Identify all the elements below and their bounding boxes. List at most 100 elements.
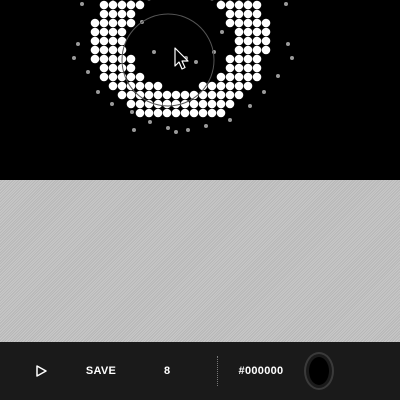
halftone-dot (162, 99, 172, 109)
halftone-dot (234, 27, 244, 37)
halftone-dot (252, 45, 262, 55)
speck-dot (186, 128, 190, 132)
speck-dot (76, 42, 80, 46)
halftone-dot (135, 108, 145, 118)
speck-dot (284, 2, 288, 6)
drawing-canvas[interactable] (0, 0, 400, 180)
halftone-dot (261, 45, 271, 55)
halftone-dot (99, 63, 109, 73)
halftone-dot (225, 9, 235, 19)
speck-dot (220, 30, 224, 34)
halftone-dot (126, 90, 136, 100)
halftone-dot (198, 108, 208, 118)
speck-dot (228, 118, 232, 122)
color-swatch[interactable] (302, 342, 336, 400)
halftone-dot (216, 72, 226, 82)
halftone-dot (234, 90, 244, 100)
halftone-dot (90, 45, 100, 55)
halftone-dot (261, 18, 271, 28)
halftone-dot (261, 36, 271, 46)
halftone-dot (216, 81, 226, 91)
halftone-dot (126, 54, 136, 64)
halftone-dot (180, 90, 190, 100)
halftone-dot (198, 99, 208, 109)
halftone-dot (171, 108, 181, 118)
halftone-dot (243, 0, 253, 10)
halftone-dot (108, 27, 118, 37)
halftone-dot (198, 90, 208, 100)
halftone-dot (99, 18, 109, 28)
halftone-dot (135, 90, 145, 100)
speck-dot (152, 50, 156, 54)
halftone-dot (243, 27, 253, 37)
bottom-toolbar: SAVE 8 #000000 (0, 342, 400, 400)
halftone-dot (162, 108, 172, 118)
halftone-dot (135, 72, 145, 82)
play-icon (36, 365, 47, 377)
halftone-dot (207, 90, 217, 100)
halftone-dot (99, 72, 109, 82)
halftone-dot (90, 54, 100, 64)
halftone-dot (207, 108, 217, 118)
halftone-dot (135, 99, 145, 109)
halftone-dot (135, 81, 145, 91)
halftone-dot (117, 45, 127, 55)
halftone-dot (216, 108, 226, 118)
halftone-dot (180, 108, 190, 118)
halftone-dot (234, 0, 244, 10)
speck-dot (148, 120, 152, 124)
halftone-dot (234, 81, 244, 91)
halftone-dot (216, 99, 226, 109)
halftone-dot (108, 9, 118, 19)
paper-area[interactable] (0, 180, 400, 342)
halftone-dot (243, 63, 253, 73)
halftone-dot (117, 90, 127, 100)
halftone-dot (117, 9, 127, 19)
halftone-dot (225, 72, 235, 82)
halftone-dot (108, 0, 118, 10)
speck-dot (80, 2, 84, 6)
halftone-dot (207, 99, 217, 109)
halftone-dot (171, 90, 181, 100)
halftone-dot (99, 54, 109, 64)
speck-dot (96, 90, 100, 94)
speck-dot (248, 104, 252, 108)
halftone-dot (108, 81, 118, 91)
halftone-dot (243, 81, 253, 91)
speck-dot (290, 56, 294, 60)
halftone-dot (252, 18, 262, 28)
halftone-dot (99, 0, 109, 10)
halftone-dot (162, 90, 172, 100)
halftone-dot (252, 72, 262, 82)
speck-dot (132, 128, 136, 132)
halftone-dot (252, 54, 262, 64)
halftone-artwork (72, 0, 294, 134)
halftone-dot (189, 108, 199, 118)
halftone-dot (126, 9, 136, 19)
halftone-dot (252, 63, 262, 73)
save-button[interactable]: SAVE (76, 342, 126, 400)
halftone-dot (99, 36, 109, 46)
halftone-dot (234, 45, 244, 55)
speck-dot (286, 42, 290, 46)
halftone-dot (234, 54, 244, 64)
halftone-dot (126, 0, 136, 10)
halftone-dot (252, 27, 262, 37)
halftone-dot (108, 72, 118, 82)
halftone-dot (90, 27, 100, 37)
toolbar-divider (216, 342, 218, 400)
halftone-dot (153, 108, 163, 118)
play-button[interactable] (26, 342, 56, 400)
halftone-dot (243, 45, 253, 55)
speck-dot (110, 102, 114, 106)
color-hex-value[interactable]: #000000 (228, 342, 294, 400)
halftone-dot (108, 36, 118, 46)
brush-size-value[interactable]: 8 (156, 342, 178, 400)
halftone-dot (234, 36, 244, 46)
arrow-cursor-icon (174, 47, 189, 70)
speck-dot (174, 130, 178, 134)
halftone-dot (243, 54, 253, 64)
halftone-dot (189, 99, 199, 109)
halftone-dot (252, 9, 262, 19)
halftone-dot (225, 18, 235, 28)
